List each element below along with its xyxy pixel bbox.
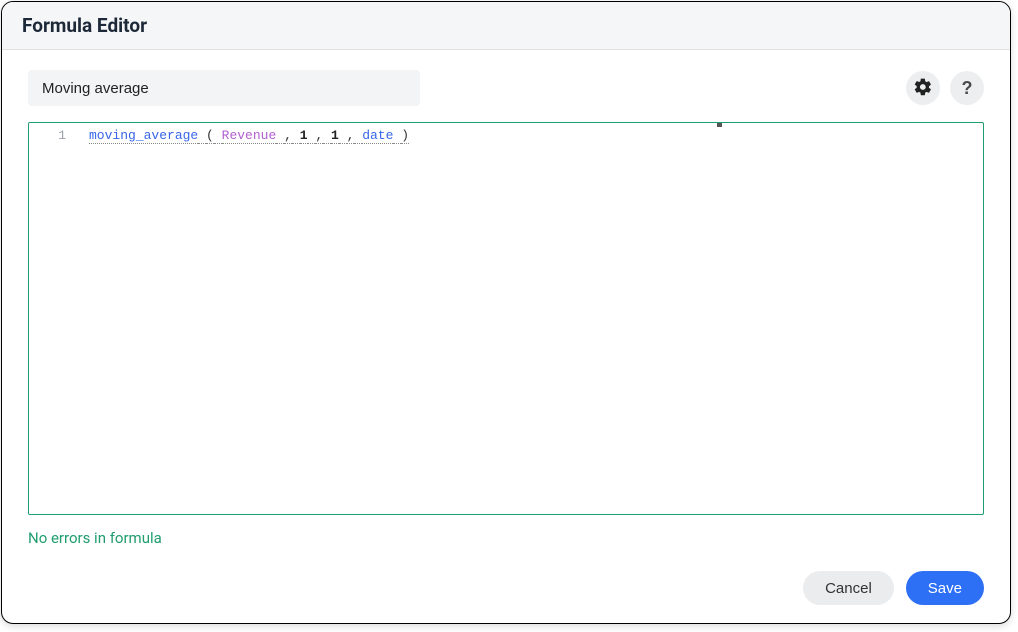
code-editor[interactable]: 1 moving_average ( Revenue , 1 , 1 , dat… xyxy=(28,122,984,515)
token-close-paren: ) xyxy=(401,128,409,144)
token-function: moving_average xyxy=(89,128,198,144)
token-arg-2: 1 xyxy=(331,128,339,144)
code-area[interactable]: moving_average ( Revenue , 1 , 1 , date … xyxy=(77,123,983,514)
top-row: ? xyxy=(28,70,984,106)
token-arg-1: 1 xyxy=(300,128,308,144)
help-icon: ? xyxy=(962,78,973,99)
token-open-paren: ( xyxy=(206,128,214,144)
dialog-footer: Cancel Save xyxy=(2,563,1010,623)
icon-group: ? xyxy=(906,71,984,105)
formula-name-input[interactable] xyxy=(28,70,420,106)
gear-icon xyxy=(913,77,933,100)
dialog-header: Formula Editor xyxy=(2,2,1010,50)
line-number: 1 xyxy=(29,127,66,145)
cancel-button[interactable]: Cancel xyxy=(803,571,894,605)
save-button[interactable]: Save xyxy=(906,571,984,605)
editor-gutter: 1 xyxy=(29,123,77,514)
dialog-title: Formula Editor xyxy=(22,14,990,37)
status-message: No errors in formula xyxy=(28,529,984,547)
code-line-1[interactable]: moving_average ( Revenue , 1 , 1 , date … xyxy=(77,123,983,145)
token-field: Revenue xyxy=(222,128,277,144)
settings-button[interactable] xyxy=(906,71,940,105)
token-keyword: date xyxy=(362,128,393,144)
token-comma-1: , xyxy=(284,128,292,144)
dialog-content: ? 1 moving_average ( Revenue , 1 , 1 , d… xyxy=(2,50,1010,563)
help-button[interactable]: ? xyxy=(950,71,984,105)
formula-editor-dialog: Formula Editor ? 1 xyxy=(1,1,1011,624)
token-comma-2: , xyxy=(315,128,323,144)
